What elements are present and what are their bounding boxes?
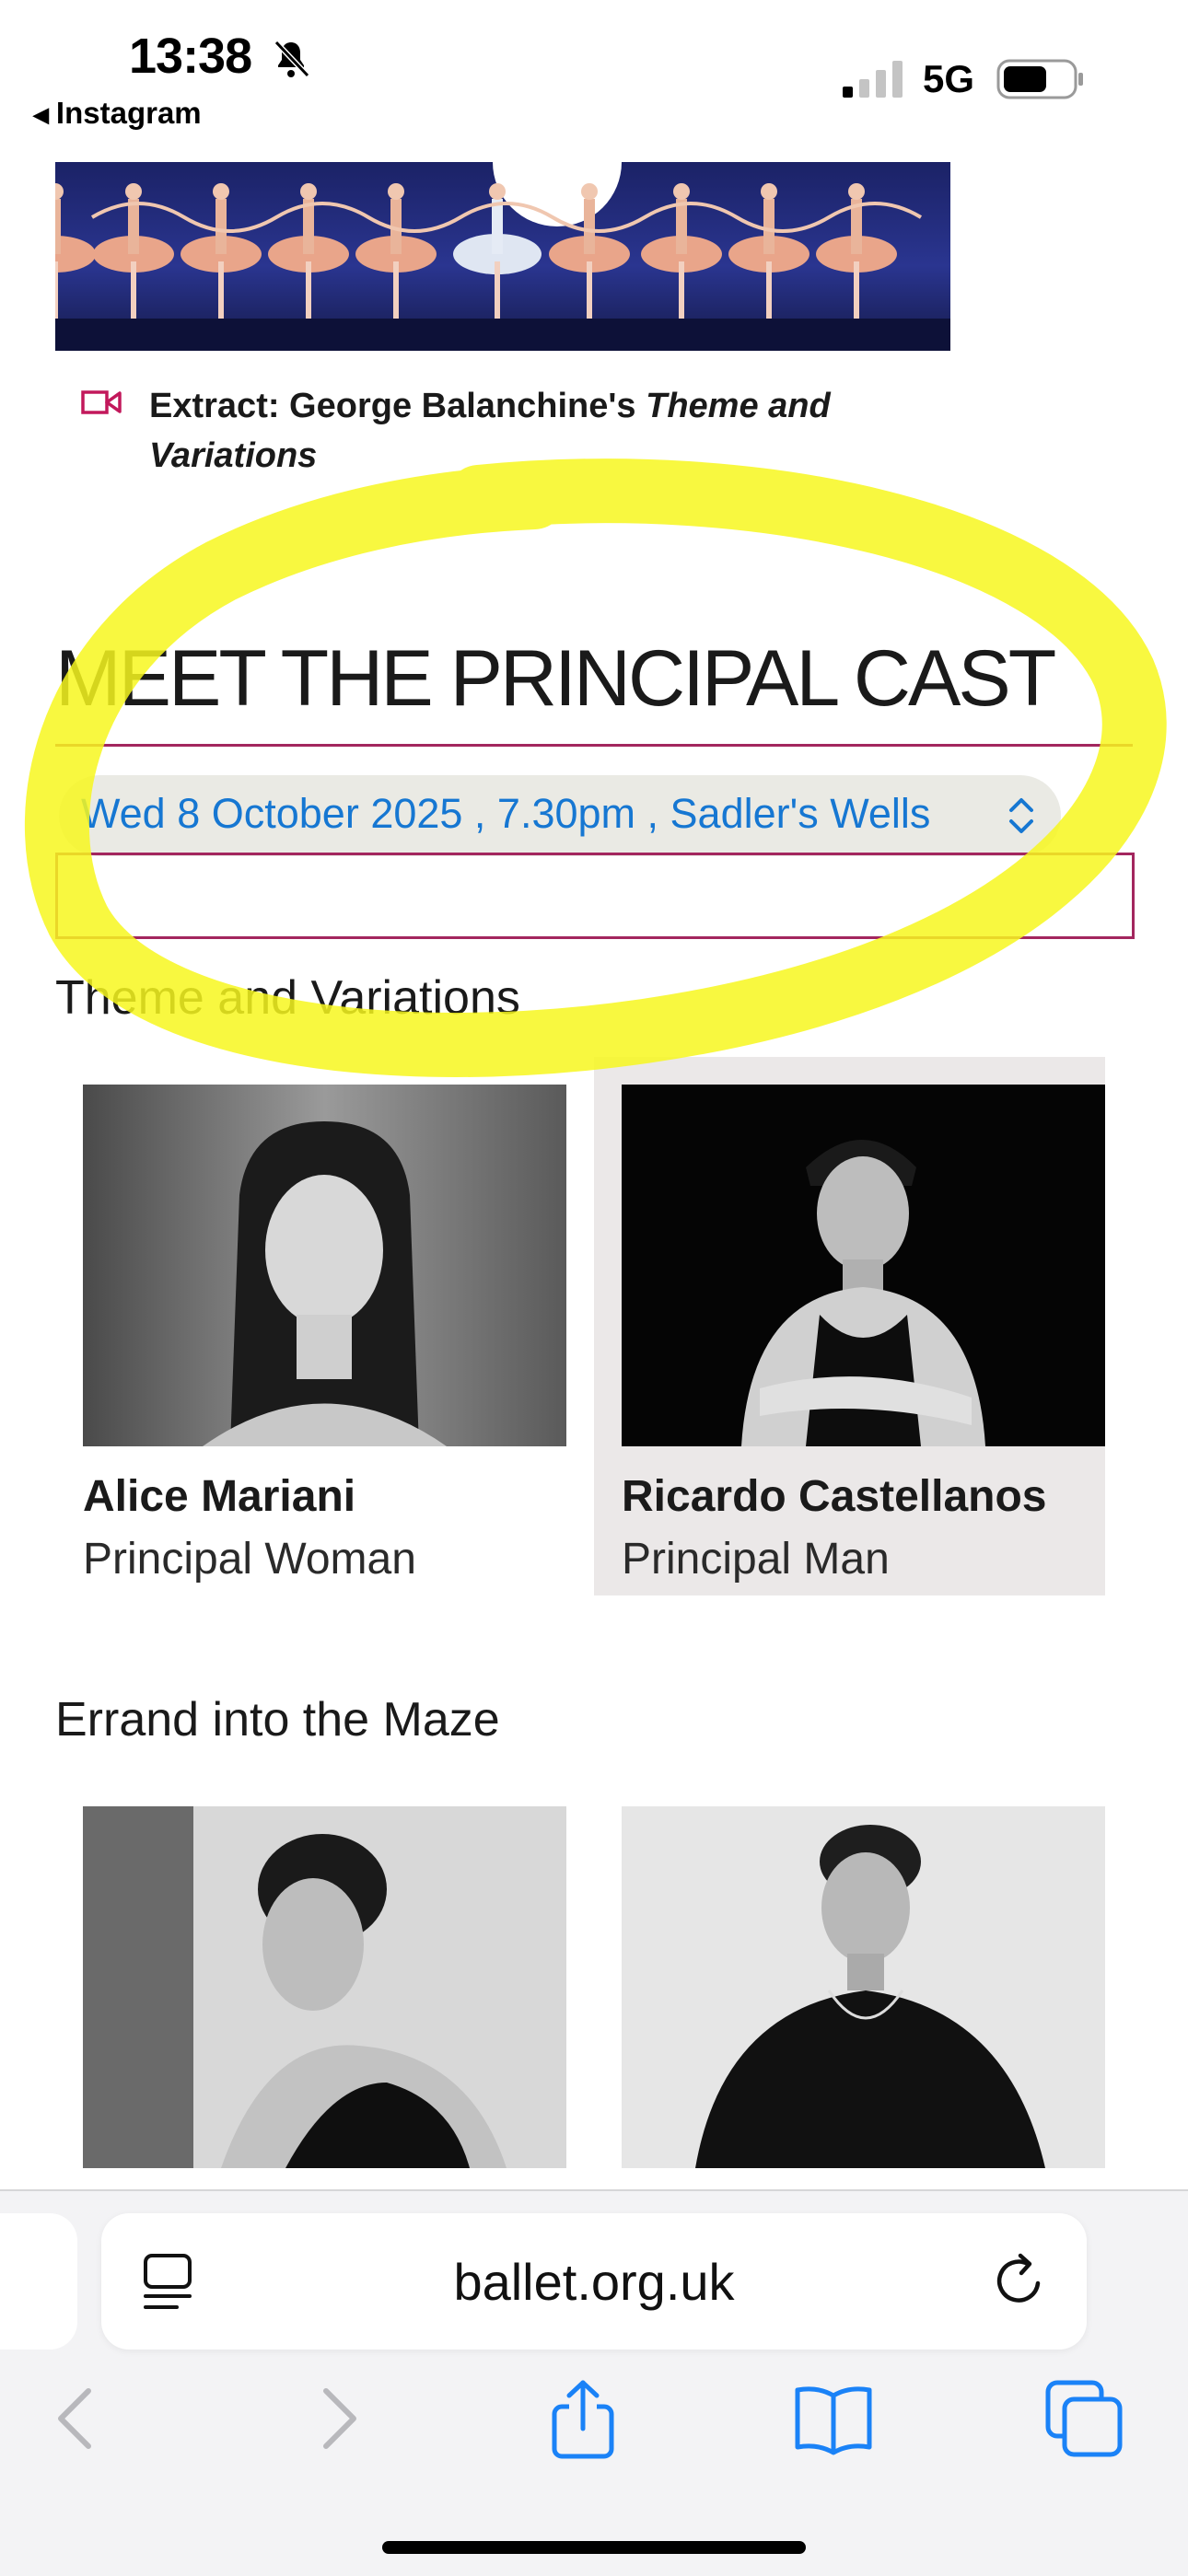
extract-title[interactable]: Extract: George Balanchine's Theme and V… (149, 381, 960, 481)
dancer-role: Principal Man (622, 1535, 890, 1584)
cellular-signal-icon (843, 61, 903, 98)
dancer-photo (622, 1806, 1105, 2168)
back-triangle-icon: ◀ (33, 103, 49, 127)
work-title-errand-into-the-maze: Errand into the Maze (55, 1693, 500, 1746)
previous-tab-preview[interactable] (0, 2213, 77, 2350)
clock: 13:38 (129, 29, 252, 84)
dancer-photo (83, 1085, 566, 1446)
dancer-role: Principal Woman (83, 1535, 416, 1584)
title-divider (55, 744, 1133, 747)
share-icon[interactable] (542, 2377, 624, 2460)
back-app-label: Instagram (55, 96, 202, 130)
home-indicator (382, 2541, 806, 2554)
video-camera-icon (81, 390, 122, 414)
dancer-name: Ricardo Castellanos (622, 1472, 1047, 1521)
tabs-icon[interactable] (1042, 2377, 1125, 2460)
url-text[interactable]: ballet.org.uk (101, 2252, 1087, 2312)
dancer-photo (83, 1806, 566, 2168)
extract-prefix: Extract: George Balanchine's (149, 387, 646, 425)
address-bar[interactable]: ballet.org.uk (101, 2213, 1087, 2350)
dancer-photo (622, 1085, 1105, 1446)
empty-bordered-box (55, 853, 1135, 939)
network-type: 5G (923, 57, 975, 100)
selected-performance: Wed 8 October 2025 , 7.30pm , Sadler's W… (81, 790, 931, 837)
chevron-up-down-icon (1009, 798, 1033, 833)
performance-date-select[interactable]: Wed 8 October 2025 , 7.30pm , Sadler's W… (59, 775, 1061, 856)
status-bar: 13:38 ◀ Instagram 5G (0, 0, 1188, 157)
cast-card-ricardo-castellanos[interactable]: Ricardo Castellanos Principal Man (594, 1057, 1105, 1595)
ballet-banner-image (55, 162, 950, 351)
work-title-theme-and-variations: Theme and Variations (55, 971, 520, 1025)
bell-muted-icon (274, 40, 310, 78)
reload-icon[interactable] (987, 2248, 1052, 2313)
back-to-app-link[interactable]: ◀ Instagram (33, 96, 202, 131)
dancers-illustration (55, 183, 950, 351)
forward-arrow-icon[interactable] (295, 2377, 378, 2460)
back-arrow-icon[interactable] (37, 2377, 120, 2460)
dancer-name: Alice Mariani (83, 1472, 356, 1521)
page-title: MEET THE PRINCIPAL CAST (55, 634, 1056, 723)
browser-toolbar: ballet.org.uk (0, 2189, 1188, 2576)
bookmarks-icon[interactable] (792, 2377, 875, 2460)
battery-icon (996, 59, 1083, 99)
cast-card-alice-mariani[interactable]: Alice Mariani Principal Woman (55, 1057, 566, 1595)
